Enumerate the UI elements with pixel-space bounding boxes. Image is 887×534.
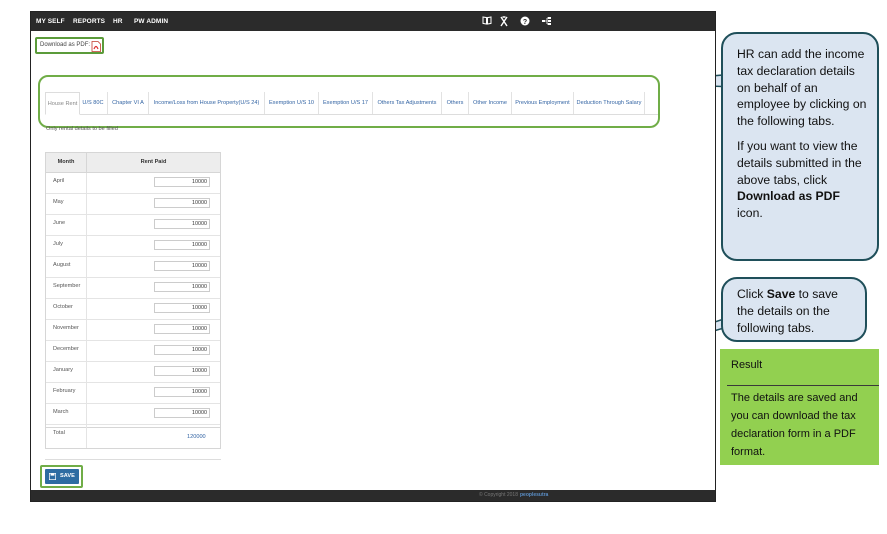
main-content: Download as PDF: House Rent U/S 80C Chap… xyxy=(31,31,715,490)
menu-pw-admin[interactable]: PW ADMIN xyxy=(134,12,168,31)
tab-exemption-us-17[interactable]: Exemption U/S 17 xyxy=(319,92,373,114)
tab-others-tax-adjustments[interactable]: Others Tax Adjustments xyxy=(373,92,442,114)
tab-strip: House Rent U/S 80C Chapter VI A Income/L… xyxy=(45,92,658,115)
svg-text:?: ? xyxy=(523,19,527,26)
month-label: November xyxy=(53,325,79,331)
application-window: MY SELF REPORTS HR PW ADMIN ? Download a… xyxy=(30,11,716,502)
tab-income-loss-house-property[interactable]: Income/Loss from House Property(U/S 24) xyxy=(149,92,265,114)
menu-my-self[interactable]: MY SELF xyxy=(36,12,65,31)
callout-tabs-info: HR can add the income tax declaration de… xyxy=(721,32,879,261)
total-row: Total 120000 xyxy=(45,424,221,449)
result-divider xyxy=(727,385,879,386)
rent-input[interactable] xyxy=(154,303,210,313)
save-label: SAVE xyxy=(60,473,75,479)
table-row: October xyxy=(46,299,220,320)
menu-reports[interactable]: REPORTS xyxy=(73,12,105,31)
month-label: January xyxy=(53,367,73,373)
rent-input[interactable] xyxy=(154,219,210,229)
menu-hr[interactable]: HR xyxy=(113,12,123,31)
book-icon[interactable] xyxy=(480,14,494,28)
sitemap-icon[interactable] xyxy=(539,14,553,28)
rent-input[interactable] xyxy=(154,324,210,334)
month-label: September xyxy=(53,283,81,289)
help-icon[interactable]: ? xyxy=(518,14,532,28)
month-label: February xyxy=(53,388,76,394)
tab-exemption-us-10[interactable]: Exemption U/S 10 xyxy=(265,92,319,114)
month-label: March xyxy=(53,409,69,415)
footer: © Copyright 2018 peoplesutra xyxy=(31,490,715,501)
tab-note: Only rental details to be filled xyxy=(46,126,118,132)
footer-copyright: © Copyright 2018 xyxy=(479,492,518,498)
download-pdf-label: Download as PDF: xyxy=(40,42,91,48)
rent-input[interactable] xyxy=(154,240,210,250)
table-row: May xyxy=(46,194,220,215)
column-header-month: Month xyxy=(46,153,87,172)
table-row: September xyxy=(46,278,220,299)
callout2-text: Click Save to save the details on the fo… xyxy=(737,287,838,335)
month-label: July xyxy=(53,241,63,247)
rent-input[interactable] xyxy=(154,261,210,271)
table-row: January xyxy=(46,362,220,383)
table-row: July xyxy=(46,236,220,257)
tools-icon[interactable] xyxy=(497,14,511,28)
rent-input[interactable] xyxy=(154,282,210,292)
tab-deduction-through-salary[interactable]: Deduction Through Salary xyxy=(574,92,645,114)
month-label: May xyxy=(53,199,64,205)
table-row: August xyxy=(46,257,220,278)
divider xyxy=(45,459,221,460)
result-box: Result The details are saved and you can… xyxy=(720,349,879,465)
footer-brand: peoplesutra xyxy=(520,492,549,498)
rent-input[interactable] xyxy=(154,387,210,397)
total-label: Total xyxy=(53,430,65,436)
tab-chapter-vi-a[interactable]: Chapter VI A xyxy=(108,92,149,114)
table-row: February xyxy=(46,383,220,404)
table-row: March xyxy=(46,404,220,425)
save-button[interactable]: SAVE xyxy=(45,469,79,484)
month-label: October xyxy=(53,304,73,310)
tab-previous-employment[interactable]: Previous Employment xyxy=(512,92,574,114)
top-navigation-bar: MY SELF REPORTS HR PW ADMIN ? xyxy=(31,12,715,31)
pdf-icon[interactable] xyxy=(91,41,101,52)
rent-input[interactable] xyxy=(154,366,210,376)
table-row: December xyxy=(46,341,220,362)
rent-input[interactable] xyxy=(154,345,210,355)
month-label: August xyxy=(53,262,71,268)
callout-save-info: Click Save to save the details on the fo… xyxy=(721,277,867,342)
callout1-paragraph2: If you want to view the details submitte… xyxy=(737,138,862,221)
rent-table: Month Rent Paid April May June July Augu… xyxy=(45,152,221,428)
tab-other-income[interactable]: Other Income xyxy=(469,92,512,114)
month-label: December xyxy=(53,346,79,352)
floppy-icon xyxy=(49,473,56,480)
table-row: April xyxy=(46,173,220,194)
result-body: The details are saved and you can downlo… xyxy=(731,392,858,458)
table-row: November xyxy=(46,320,220,341)
table-row: June xyxy=(46,215,220,236)
tab-house-rent[interactable]: House Rent xyxy=(45,92,80,115)
total-value: 120000 xyxy=(187,434,206,440)
month-label: June xyxy=(53,220,66,226)
callout1-paragraph1: HR can add the income tax declaration de… xyxy=(737,47,867,129)
column-header-rent-paid: Rent Paid xyxy=(140,159,167,165)
rent-input[interactable] xyxy=(154,198,210,208)
tab-others[interactable]: Others xyxy=(442,92,469,114)
tab-us-80c[interactable]: U/S 80C xyxy=(79,92,108,114)
rent-input[interactable] xyxy=(154,177,210,187)
download-pdf-highlight: Download as PDF: xyxy=(35,37,104,54)
result-title: Result xyxy=(731,359,763,371)
rent-input[interactable] xyxy=(154,408,210,418)
table-header: Month Rent Paid xyxy=(46,153,220,173)
month-label: April xyxy=(53,178,65,184)
